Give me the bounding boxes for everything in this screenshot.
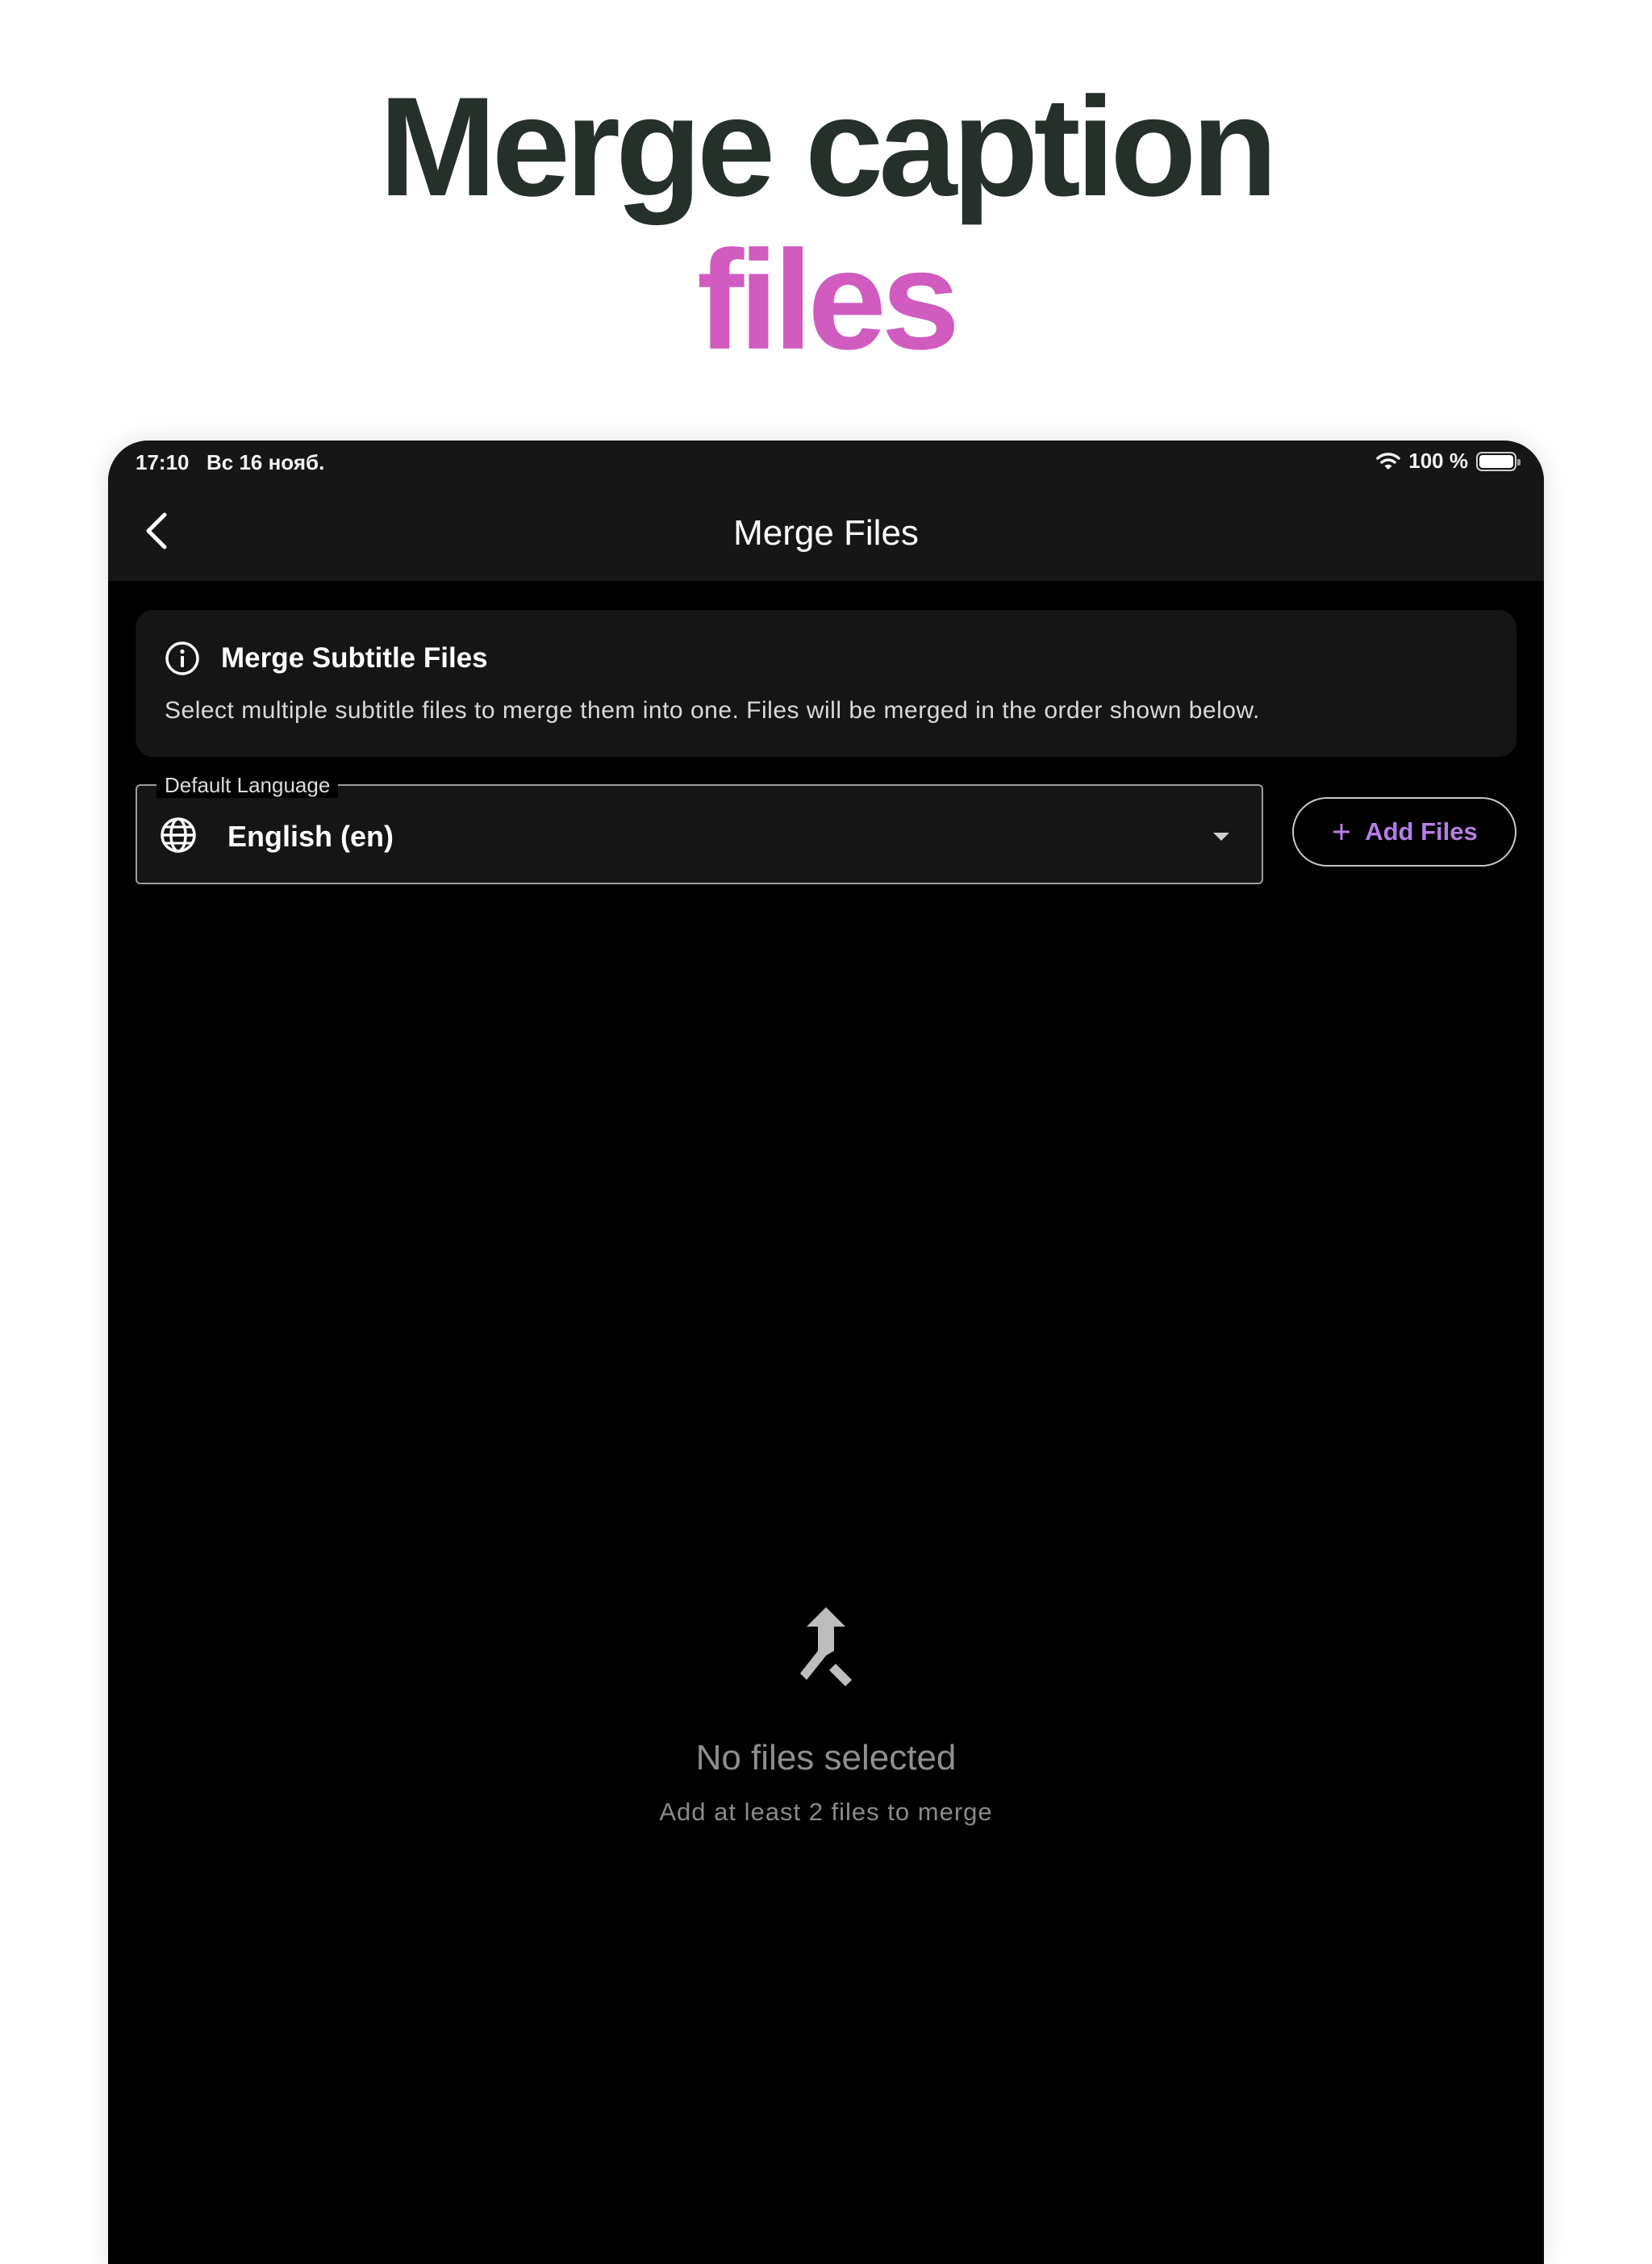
- battery-percentage: 100 %: [1408, 449, 1468, 473]
- info-card-description: Select multiple subtitle files to merge …: [165, 697, 1260, 724]
- merge-icon: [800, 1607, 852, 1686]
- info-card: Merge Subtitle Files Select multiple sub…: [136, 610, 1516, 757]
- promo-headline: Merge caption: [378, 69, 1278, 226]
- plus-icon: [1333, 824, 1350, 840]
- status-bar: 17:10 Вс 16 нояб. 100 %: [108, 441, 1544, 481]
- page-title: Merge Files: [733, 513, 919, 553]
- wifi-icon: [1376, 452, 1401, 470]
- device-screen: 17:10 Вс 16 нояб. 100 % Merge Files Merg…: [108, 441, 1544, 2264]
- default-language-label: Default Language: [156, 773, 339, 798]
- status-right-group: 100 %: [1376, 449, 1521, 474]
- default-language-select[interactable]: Default Language English (en): [136, 773, 1263, 884]
- empty-state-title: No files selected: [695, 1738, 957, 1777]
- info-icon: [165, 641, 199, 675]
- battery-level: [1479, 454, 1513, 468]
- promo-headline-accent: files: [696, 222, 960, 379]
- add-files-label: Add Files: [1365, 817, 1478, 846]
- status-time: 17:10: [136, 450, 190, 474]
- status-date: Вс 16 нояб.: [206, 450, 325, 474]
- default-language-value: English (en): [227, 820, 394, 853]
- add-files-button[interactable]: Add Files: [1292, 797, 1516, 867]
- navigation-bar: Merge Files: [108, 481, 1544, 581]
- info-card-title: Merge Subtitle Files: [221, 642, 488, 674]
- battery-cap: [1517, 458, 1521, 466]
- caret-down-icon: [1213, 833, 1229, 841]
- promo-header: Merge caption files: [0, 0, 1652, 420]
- globe-icon: [161, 817, 196, 853]
- empty-state-subtitle: Add at least 2 files to merge: [659, 1798, 993, 1826]
- battery-icon: [1476, 451, 1521, 471]
